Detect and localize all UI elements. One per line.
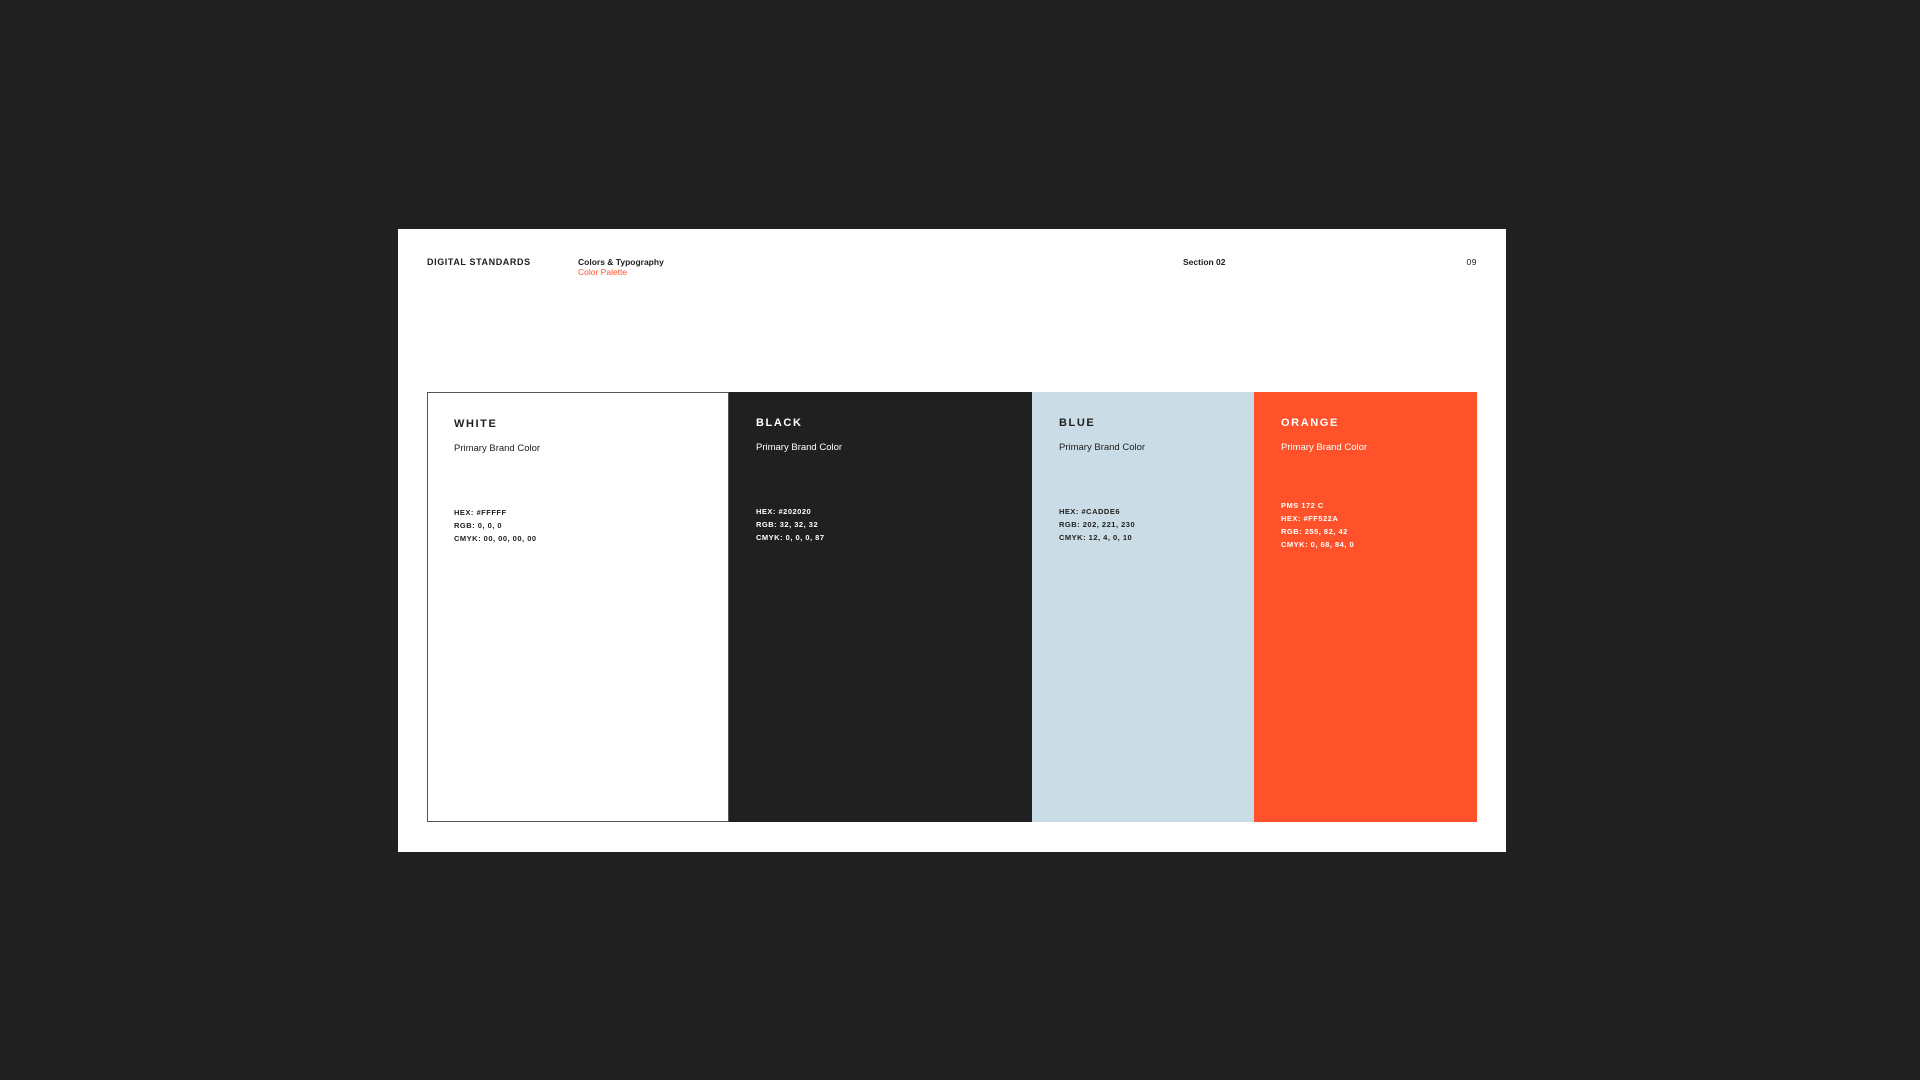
swatch-description: Primary Brand Color — [1059, 442, 1146, 453]
swatch-blue: BLUE Primary Brand Color HEX: #CADDE6 RG… — [1032, 392, 1254, 822]
swatch-description: Primary Brand Color — [756, 442, 843, 453]
swatch-white: WHITE Primary Brand Color HEX: #FFFFF RG… — [427, 392, 729, 822]
color-palette: WHITE Primary Brand Color HEX: #FFFFF RG… — [427, 392, 1477, 822]
swatch-name: BLACK — [756, 417, 803, 429]
spec-pms: PMS 172 C — [1281, 501, 1324, 510]
spec-hex: HEX: #FFFFF — [454, 508, 507, 517]
spec-rgb: RGB: 255, 82, 42 — [1281, 527, 1348, 536]
swatch-specs: HEX: #202020 RGB: 32, 32, 32 CMYK: 0, 0,… — [756, 505, 825, 544]
section-label: Section 02 — [1183, 257, 1226, 267]
breadcrumb-subsection: Color Palette — [578, 267, 628, 277]
spec-cmyk: CMYK: 0, 68, 84, 0 — [1281, 540, 1355, 549]
brand-guide-page: DIGITAL STANDARDS Colors & Typography Co… — [398, 229, 1506, 852]
spec-cmyk: CMYK: 12, 4, 0, 10 — [1059, 533, 1133, 542]
swatch-description: Primary Brand Color — [1281, 442, 1368, 453]
swatch-name: ORANGE — [1281, 417, 1339, 429]
page-number: 09 — [1466, 257, 1477, 267]
spec-hex: HEX: #202020 — [756, 507, 812, 516]
breadcrumb-section-title: Colors & Typography — [578, 257, 664, 267]
spec-rgb: RGB: 0, 0, 0 — [454, 521, 503, 530]
swatch-description: Primary Brand Color — [454, 443, 541, 454]
spec-rgb: RGB: 202, 221, 230 — [1059, 520, 1136, 529]
swatch-specs: HEX: #FFFFF RGB: 0, 0, 0 CMYK: 00, 00, 0… — [454, 506, 537, 545]
breadcrumb: Colors & Typography Color Palette — [578, 257, 664, 277]
spec-rgb: RGB: 32, 32, 32 — [756, 520, 819, 529]
swatch-black: BLACK Primary Brand Color HEX: #202020 R… — [729, 392, 1032, 822]
spec-hex: HEX: #CADDE6 — [1059, 507, 1121, 516]
spec-hex: HEX: #FF522A — [1281, 514, 1339, 523]
swatch-name: WHITE — [454, 418, 498, 430]
swatch-specs: PMS 172 C HEX: #FF522A RGB: 255, 82, 42 … — [1281, 499, 1354, 551]
swatch-specs: HEX: #CADDE6 RGB: 202, 221, 230 CMYK: 12… — [1059, 505, 1135, 544]
brand-title: DIGITAL STANDARDS — [427, 257, 531, 267]
spec-cmyk: CMYK: 0, 0, 0, 87 — [756, 533, 825, 542]
swatch-orange: ORANGE Primary Brand Color PMS 172 C HEX… — [1254, 392, 1477, 822]
spec-cmyk: CMYK: 00, 00, 00, 00 — [454, 534, 537, 543]
swatch-name: BLUE — [1059, 417, 1096, 429]
